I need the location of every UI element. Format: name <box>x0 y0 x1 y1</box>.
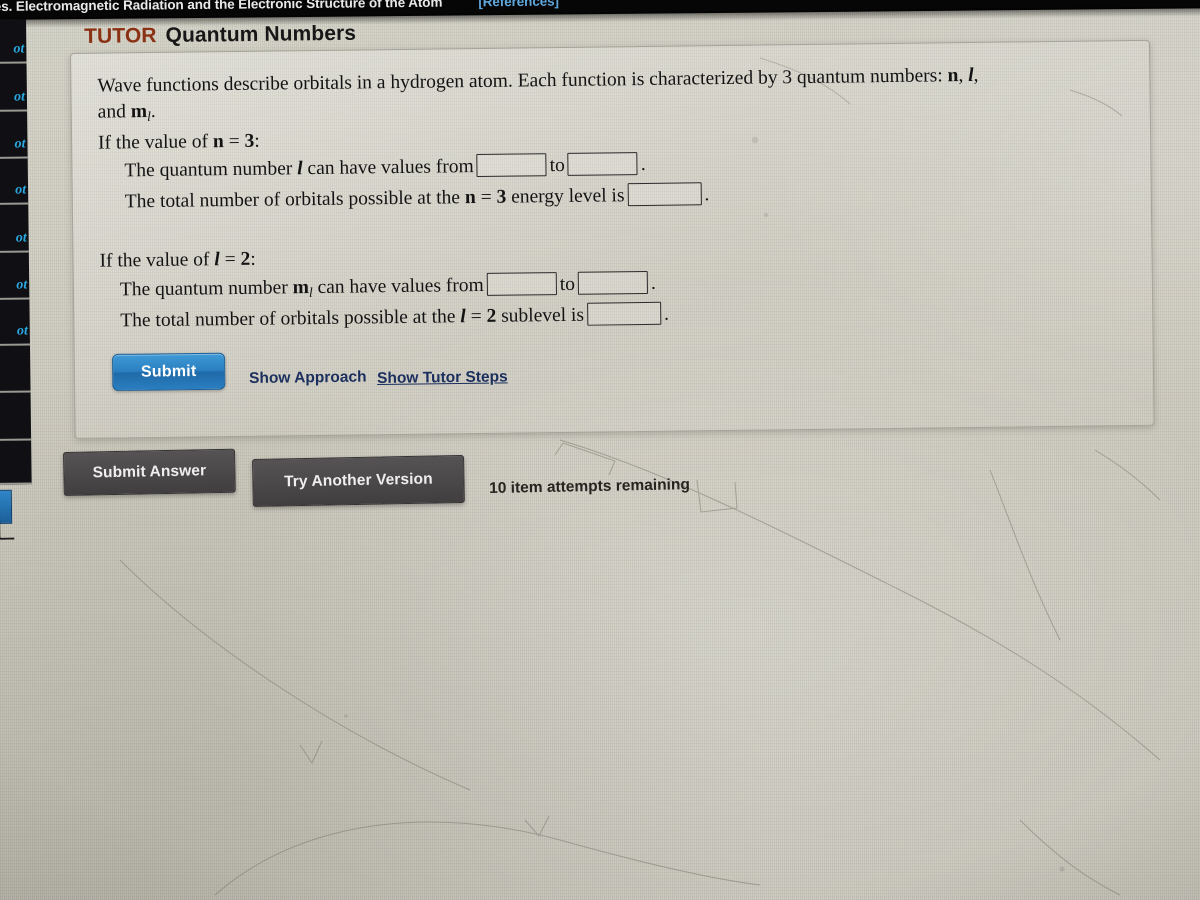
question-ml-range: The quantum number ml can have values fr… <box>119 270 656 305</box>
question-ml-range-text-a: The quantum number <box>119 277 293 301</box>
sidebar-item-label: ot <box>14 136 26 152</box>
condition-l-value: 2 <box>240 248 251 270</box>
question-ml-range-text-b: can have values from <box>312 274 484 299</box>
tutor-card: Wave functions describe orbitals in a hy… <box>70 39 1155 439</box>
mouse-cursor-icon <box>0 517 15 540</box>
question-l-total-text-b: sublevel is <box>496 304 585 327</box>
question-l-total-text-a: The total number of orbitals possible at… <box>120 306 461 332</box>
condition-l: If the value of l = 2: <box>99 247 255 275</box>
question-l-range-text-b: can have values from <box>302 156 474 180</box>
quantum-number-ml: m <box>130 101 148 123</box>
tutor-card-content: Wave functions describe orbitals in a hy… <box>71 41 1154 438</box>
condition-n-equals: = <box>223 130 245 153</box>
question-n-total-orbitals: The total number of orbitals possible at… <box>125 182 710 215</box>
input-ml-to[interactable] <box>577 270 649 295</box>
question-l-total-period: . <box>663 303 670 325</box>
sidebar-item-9[interactable] <box>0 440 32 485</box>
intro-comma-1: , <box>958 65 969 87</box>
question-l-range-text-a: The quantum number <box>124 158 298 182</box>
sidebar-item-4[interactable]: ot <box>0 204 29 253</box>
screen-photo: ies. Electromagnetic Radiation and the E… <box>0 0 1200 900</box>
sidebar-item-8[interactable] <box>0 392 32 441</box>
show-approach-link[interactable]: Show Approach <box>249 369 367 388</box>
show-tutor-steps-link[interactable]: Show Tutor Steps <box>377 368 508 388</box>
submit-answer-button[interactable]: Submit Answer <box>63 448 236 496</box>
attempts-remaining-label: 10 item attempts remaining <box>489 476 690 497</box>
question-n-total-equals: = <box>475 186 497 209</box>
question-n-total-variable: n <box>464 187 476 209</box>
sidebar-item-5[interactable]: ot <box>0 252 30 300</box>
sidebar-item-3[interactable]: ot <box>0 158 29 205</box>
question-n-total-period: . <box>704 184 710 206</box>
input-l-total-orbitals[interactable] <box>586 301 662 326</box>
intro-text: Wave functions describe orbitals in a hy… <box>97 65 948 97</box>
intro-period: . <box>150 101 156 123</box>
question-l-range: The quantum number l can have values fro… <box>124 152 646 184</box>
sidebar-item-2[interactable]: ot <box>0 111 28 159</box>
try-another-version-button[interactable]: Try Another Version <box>252 454 465 507</box>
tutor-label: TUTOR <box>84 24 157 48</box>
condition-l-colon: : <box>250 248 256 270</box>
sidebar-item-0[interactable]: ot <box>0 19 27 64</box>
condition-n-value: 3 <box>244 130 255 152</box>
references-link[interactable]: [References] <box>478 0 559 9</box>
tutor-topic-title: Quantum Numbers <box>165 21 357 48</box>
sidebar-item-7[interactable] <box>0 345 31 393</box>
intro-and: and <box>97 101 131 123</box>
intro-paragraph: Wave functions describe orbitals in a hy… <box>97 61 1128 127</box>
question-l-total-orbitals: The total number of orbitals possible at… <box>120 301 670 335</box>
sidebar-item-label: ot <box>16 323 28 339</box>
input-l-to[interactable] <box>567 152 638 176</box>
condition-n: If the value of n = 3: <box>98 129 260 157</box>
page-title-text: ies. Electromagnetic Radiation and the E… <box>0 0 443 14</box>
input-n-total-orbitals[interactable] <box>627 182 702 207</box>
sidebar-item-label: ot <box>13 89 26 105</box>
intro-comma-2: , <box>973 64 979 86</box>
question-l-range-period: . <box>640 153 646 176</box>
condition-n-prefix: If the value of <box>97 131 214 154</box>
sidebar-item-6[interactable]: ot <box>0 299 30 346</box>
question-l-total-equals: = <box>465 305 487 328</box>
input-ml-from[interactable] <box>486 272 557 296</box>
sidebar-item-1[interactable]: ot <box>0 63 28 112</box>
condition-n-colon: : <box>254 130 260 152</box>
page-title: TUTOR Quantum Numbers <box>84 22 356 49</box>
question-n-total-text-b: energy level is <box>506 185 625 208</box>
quantum-number-n: n <box>947 65 959 87</box>
sidebar-item-label: ot <box>15 182 27 198</box>
question-ml-range-period: . <box>650 272 656 294</box>
sidebar-item-label: ot <box>15 230 27 246</box>
browser-title-bar-content: ies. Electromagnetic Radiation and the E… <box>0 0 559 14</box>
question-ml-range-variable: m <box>292 277 310 299</box>
submit-button[interactable]: Submit <box>112 352 226 391</box>
sidebar-item-label: ot <box>16 277 28 293</box>
sidebar-item-label: ot <box>13 41 25 57</box>
condition-n-variable: n <box>212 131 224 153</box>
input-l-from[interactable] <box>476 153 547 178</box>
question-l-range-to: to <box>549 154 565 177</box>
question-n-total-text-a: The total number of orbitals possible at… <box>124 187 466 213</box>
condition-l-prefix: If the value of <box>99 249 215 272</box>
question-l-total-value: 2 <box>486 305 497 327</box>
question-ml-range-to: to <box>559 273 576 296</box>
condition-l-equals: = <box>219 248 241 271</box>
